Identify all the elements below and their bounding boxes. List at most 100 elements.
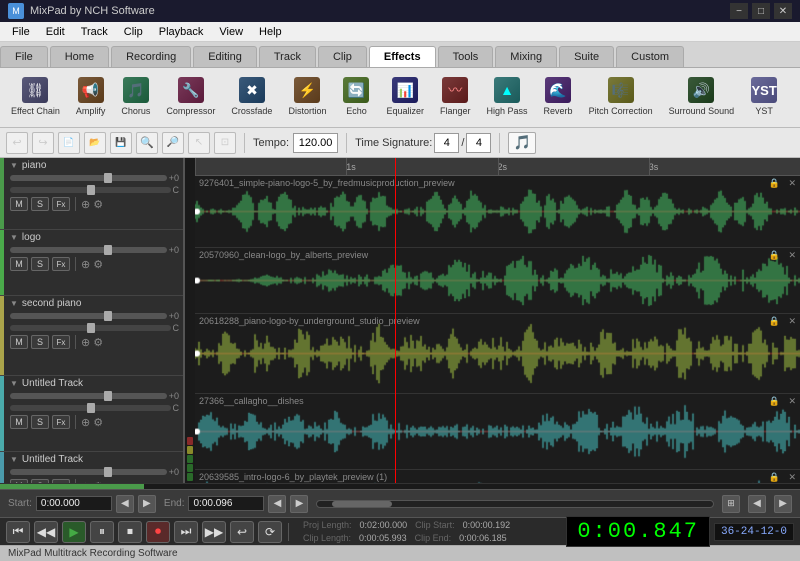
scroll-area[interactable]	[316, 500, 714, 508]
fx-button-piano[interactable]: Fx	[52, 197, 70, 211]
end-prev-button[interactable]: ◀	[268, 495, 286, 513]
tab-editing[interactable]: Editing	[193, 46, 257, 67]
menu-edit[interactable]: Edit	[38, 24, 73, 40]
maximize-button[interactable]: □	[752, 3, 770, 19]
tab-effects[interactable]: Effects	[369, 46, 436, 67]
zoom-out-button[interactable]: 🔎	[162, 132, 184, 154]
timeline-ruler[interactable]: 1s 2s 3s	[195, 158, 800, 176]
buy-online-button[interactable]: BuyOnline Buy Online	[62, 124, 120, 128]
volume-slider-untitled1[interactable]	[10, 393, 167, 399]
distortion-button[interactable]: ⚡ Distortion	[281, 70, 333, 122]
tempo-input[interactable]	[293, 133, 338, 153]
tab-home[interactable]: Home	[50, 46, 109, 67]
wf-lock-untitled1[interactable]: 🔒	[769, 396, 780, 407]
pan-thumb-piano[interactable]	[87, 185, 95, 195]
pan-thumb-untitled1[interactable]	[87, 403, 95, 413]
menu-view[interactable]: View	[211, 24, 251, 40]
mute-button-untitled1[interactable]: M	[10, 415, 28, 429]
menu-track[interactable]: Track	[73, 24, 116, 40]
end-next-button[interactable]: ▶	[290, 495, 308, 513]
mute-button-second[interactable]: M	[10, 335, 28, 349]
loop2-button[interactable]: ⟳	[258, 521, 282, 543]
mute-button-logo[interactable]: M	[10, 257, 28, 271]
add-icon-piano[interactable]: ⊕	[81, 198, 90, 211]
playhead[interactable]	[395, 158, 396, 483]
metronome-button[interactable]: 🎵	[508, 132, 536, 154]
solo-button-piano[interactable]: S	[31, 197, 49, 211]
wf-x-untitled2[interactable]: ✕	[788, 472, 796, 483]
highpass-button[interactable]: ▲ High Pass	[480, 70, 535, 122]
minimize-button[interactable]: −	[730, 3, 748, 19]
hscroll-thumb[interactable]	[332, 501, 392, 507]
tab-mixing[interactable]: Mixing	[495, 46, 557, 67]
tab-custom[interactable]: Custom	[616, 46, 684, 67]
menu-playback[interactable]: Playback	[151, 24, 212, 40]
save-button[interactable]: 💾	[110, 132, 132, 154]
start-input[interactable]	[36, 496, 112, 511]
pan-slider-piano[interactable]	[10, 187, 171, 193]
wf-x-logo[interactable]: ✕	[788, 250, 796, 261]
record-button[interactable]: ⏺	[146, 521, 170, 543]
add-icon-second[interactable]: ⊕	[81, 336, 90, 349]
crossfade-button[interactable]: ✖ Crossfade	[224, 70, 279, 122]
scroll-right-button[interactable]: ▶	[774, 495, 792, 513]
pan-slider-second[interactable]	[10, 325, 171, 331]
solo-button-logo[interactable]: S	[31, 257, 49, 271]
hscroll-track[interactable]	[316, 500, 714, 508]
mute-button-piano[interactable]: M	[10, 197, 28, 211]
volume-thumb-untitled2[interactable]	[104, 467, 112, 477]
volume-thumb-logo[interactable]	[104, 245, 112, 255]
time-sig-den[interactable]	[466, 133, 491, 153]
wf-x-untitled1[interactable]: ✕	[788, 396, 796, 407]
menu-help[interactable]: Help	[251, 24, 290, 40]
menu-file[interactable]: File	[4, 24, 38, 40]
collapse-untitled2[interactable]: ▼	[10, 455, 18, 464]
tab-clip[interactable]: Clip	[318, 46, 367, 67]
play-button[interactable]: ▶	[62, 521, 86, 543]
solo-button-second[interactable]: S	[31, 335, 49, 349]
tab-track[interactable]: Track	[259, 46, 316, 67]
autoduck-button[interactable]: AutoDuck Auto Duck	[4, 124, 60, 128]
tab-file[interactable]: File	[0, 46, 48, 67]
volume-thumb-piano[interactable]	[104, 173, 112, 183]
compressor-button[interactable]: 🔧 Compressor	[159, 70, 222, 122]
waveform-logo[interactable]: 20570960_clean-logo_by_alberts_preview 🔒…	[195, 248, 800, 314]
waveform-area[interactable]: 1s 2s 3s 9276401_simple-piano-logo-5_by_…	[195, 158, 800, 483]
chorus-button[interactable]: 🎵 Chorus	[114, 70, 157, 122]
wf-lock-logo[interactable]: 🔒	[769, 250, 780, 261]
volume-slider-logo[interactable]	[10, 247, 167, 253]
window-controls[interactable]: − □ ✕	[730, 3, 792, 19]
undo-button[interactable]: ↩	[6, 132, 28, 154]
add-icon-logo[interactable]: ⊕	[81, 258, 90, 271]
surround-button[interactable]: 🔊 Surround Sound	[662, 70, 742, 122]
progress-bar[interactable]	[0, 483, 800, 489]
waveform-second[interactable]: 20618288_piano-logo-by_underground_studi…	[195, 314, 800, 394]
echo-button[interactable]: 🔄 Echo	[335, 70, 377, 122]
zoom-in-button[interactable]: 🔍	[136, 132, 158, 154]
cursor-button[interactable]: ↖	[188, 132, 210, 154]
fx-button-untitled1[interactable]: Fx	[52, 415, 70, 429]
start-prev-button[interactable]: ◀	[116, 495, 134, 513]
pitch-button[interactable]: 🎼 Pitch Correction	[582, 70, 660, 122]
volume-thumb-untitled1[interactable]	[104, 391, 112, 401]
goto-end-button[interactable]: ⏭	[174, 521, 198, 543]
menu-clip[interactable]: Clip	[116, 24, 151, 40]
open-button[interactable]: 📂	[84, 132, 106, 154]
pause-button[interactable]: ⏸	[90, 521, 114, 543]
reverb-button[interactable]: 🌊 Reverb	[537, 70, 580, 122]
volume-slider-second[interactable]	[10, 313, 167, 319]
wf-x-second[interactable]: ✕	[788, 316, 796, 327]
amplify-button[interactable]: 📢 Amplify	[69, 70, 113, 122]
close-button[interactable]: ✕	[774, 3, 792, 19]
goto-start-button[interactable]: ⏮	[6, 521, 30, 543]
flanger-button[interactable]: 〰 Flanger	[433, 70, 478, 122]
settings-icon-untitled1[interactable]: ⚙	[93, 416, 103, 429]
settings-icon-logo[interactable]: ⚙	[93, 258, 103, 271]
select-button[interactable]: ⊡	[214, 132, 236, 154]
wf-x-piano[interactable]: ✕	[788, 178, 796, 189]
time-sig-num[interactable]	[434, 133, 459, 153]
start-next-button[interactable]: ▶	[138, 495, 156, 513]
tab-suite[interactable]: Suite	[559, 46, 614, 67]
pan-thumb-second[interactable]	[87, 323, 95, 333]
scroll-left-button[interactable]: ◀	[748, 495, 766, 513]
